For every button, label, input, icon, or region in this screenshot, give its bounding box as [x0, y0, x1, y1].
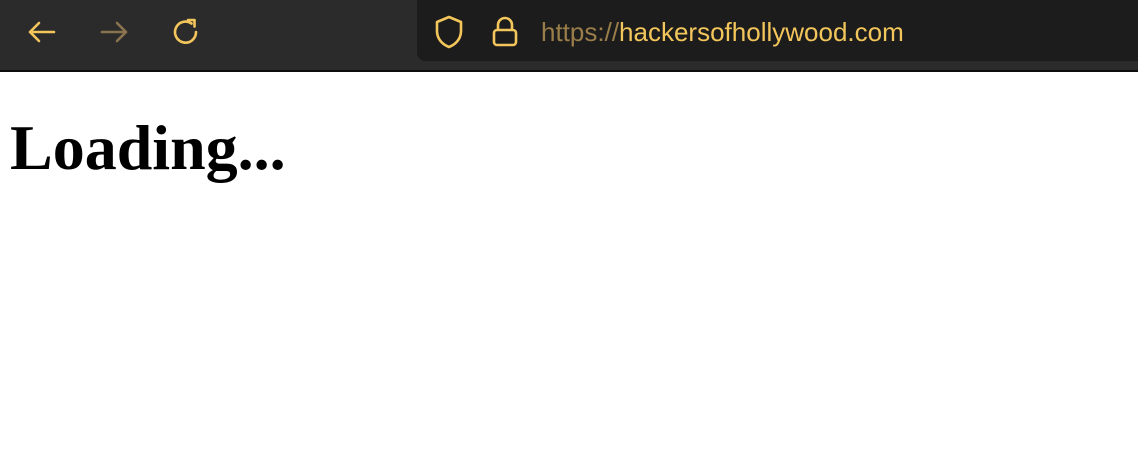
back-button[interactable]	[24, 14, 60, 50]
lock-icon[interactable]	[489, 14, 521, 55]
loading-heading: Loading...	[10, 112, 286, 183]
forward-button[interactable]	[96, 14, 132, 50]
shield-icon[interactable]	[432, 14, 466, 55]
url-host: hackersofhollywood.com	[619, 17, 904, 47]
reload-icon	[173, 18, 198, 44]
url-text[interactable]: https://hackersofhollywood.com	[541, 14, 904, 50]
arrow-left-icon	[28, 21, 56, 43]
url-scheme: https://	[541, 17, 620, 47]
reload-button[interactable]	[168, 14, 204, 50]
arrow-right-icon	[100, 21, 128, 43]
page-content: Loading...	[0, 72, 1138, 456]
